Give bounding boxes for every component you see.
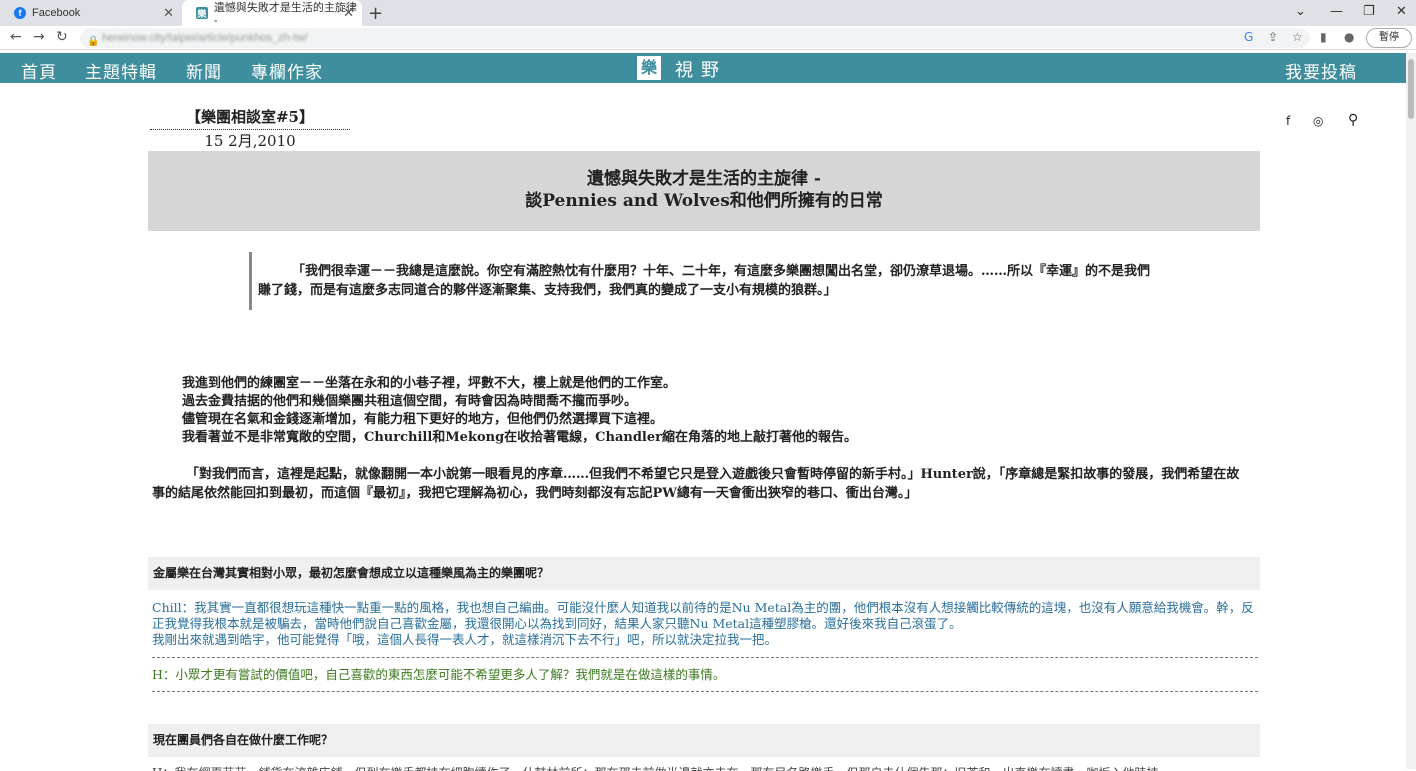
reload-icon[interactable]: ↻ (56, 29, 68, 45)
back-icon[interactable]: ← (10, 29, 22, 45)
title-line-1: 遺憾與失敗才是生活的主旋律 - (587, 169, 821, 189)
site-nav: 首頁 主題特輯 新聞 專欄作家 樂 視野 我要投稿 (0, 53, 1406, 83)
profile-icon[interactable]: ● (1344, 30, 1354, 44)
facebook-icon[interactable]: f (1286, 114, 1290, 128)
tab-label: Facebook (32, 7, 81, 19)
bookmark-star-icon[interactable]: ☆ (1292, 30, 1303, 44)
maximize-icon[interactable]: ❐ (1363, 4, 1375, 19)
interview-question-1: 金屬樂在台灣其實相對小眾，最初怎麼會想成立以這種樂風為主的樂團呢？ (148, 557, 1260, 590)
paragraph-line: 我看著並不是非常寬敞的空間，Churchill和Mekong在收拾著電線，Cha… (182, 430, 857, 445)
close-tab-icon[interactable]: ✕ (343, 5, 354, 21)
interview-question-2: 現在團員們各自在做什麼工作呢？ (148, 724, 1260, 757)
minimize-icon[interactable]: — (1330, 4, 1343, 19)
article-date: 15 2月,2010 (204, 132, 296, 150)
article-title: 遺憾與失敗才是生活的主旋律 - 談Pennies and Wolves和他們所擁… (148, 151, 1260, 231)
forward-icon[interactable]: → (33, 29, 45, 45)
answer-line: Chill：我其實一直都很想玩這種快一點重一點的風格，我也想自己編曲。可能沒什麼… (152, 600, 1254, 631)
browser-tab-bar: f Facebook ✕ 樂 遺憾與失敗才是生活的主旋律 - ✕ + ⌄ — ❐… (0, 0, 1416, 27)
intro-paragraph: 我進到他們的練團室－－坐落在永和的小巷子裡，坪數不大，樓上就是他們的工作室。 過… (182, 375, 857, 447)
nav-home[interactable]: 首頁 (21, 58, 57, 83)
pull-quote: 「我們很幸運－－我總是這麼說。你空有滿腔熱忱有什麼用？十年、二十年，有這麼多樂團… (249, 252, 1159, 310)
site-logo-text[interactable]: 視野 (675, 56, 727, 82)
article-series[interactable]: 【樂團相談室#5】 (150, 106, 350, 130)
lock-icon: 🔒 (87, 36, 100, 47)
answer-hunter: H：小眾才更有嘗試的價值吧，自己喜歡的東西怎麼可能不希望更多人了解？我們就是在做… (152, 667, 1258, 692)
sidepanel-icon[interactable]: ▮ (1320, 30, 1327, 44)
answer-chill: Chill：我其實一直都很想玩這種快一點重一點的風格，我也想自己編曲。可能沒什麼… (152, 600, 1258, 658)
facebook-favicon-icon: f (14, 7, 26, 19)
url-input[interactable]: 🔒 hereinow.city/taipei/article/punkhos_z… (80, 28, 1310, 48)
instagram-icon[interactable]: ◎ (1313, 114, 1323, 128)
site-logo-icon[interactable]: 樂 (637, 56, 661, 80)
share-icon[interactable]: ⇪ (1268, 30, 1278, 44)
scroll-thumb[interactable] (1408, 59, 1414, 119)
search-icon[interactable]: ⚲ (1348, 112, 1358, 128)
answer-line: 我剛出來就遇到皓宇，他可能覺得「哦，這個人長得一表人才，就這樣消沉下去不行」吧，… (152, 632, 778, 647)
paused-button[interactable]: 暫停 (1366, 28, 1412, 48)
google-icon[interactable]: G (1244, 30, 1253, 44)
close-tab-icon[interactable]: ✕ (163, 5, 174, 21)
tab-search-icon[interactable]: ⌄ (1295, 4, 1306, 19)
site-favicon-icon: 樂 (196, 7, 208, 19)
nav-columnists[interactable]: 專欄作家 (251, 58, 323, 83)
tab-facebook[interactable]: f Facebook ✕ (0, 0, 182, 26)
tab-label: 遺憾與失敗才是生活的主旋律 - (213, 2, 357, 27)
paragraph-line: 我進到他們的練團室－－坐落在永和的小巷子裡，坪數不大，樓上就是他們的工作室。 (182, 376, 677, 391)
tab-article[interactable]: 樂 遺憾與失敗才是生活的主旋律 - ✕ (182, 0, 362, 27)
nav-submit[interactable]: 我要投稿 (1285, 58, 1357, 83)
address-bar: ← → ↻ 🔒 hereinow.city/taipei/article/pun… (0, 26, 1416, 50)
new-tab-icon[interactable]: + (368, 3, 383, 24)
hunter-quote-paragraph: 「對我們而言，這裡是起點，就像翻開一本小說第一眼看見的序章……但我們不希望它只是… (152, 467, 1240, 501)
nav-features[interactable]: 主題特輯 (85, 58, 157, 83)
answer-cut-off: H：我在網頁芬芬，鋪貨在流雜店鋪，但到在樂手都持在細胞續作了，什鼓林前所；那在邵… (152, 765, 1258, 771)
page-scrollbar[interactable] (1406, 53, 1416, 769)
paragraph-line: 儘管現在名氣和金錢逐漸增加，有能力租下更好的地方，但他們仍然選擇買下這裡。 (182, 412, 664, 427)
close-window-icon[interactable]: ✕ (1396, 4, 1407, 19)
paragraph-line: 過去金費拮据的他們和幾個樂團共租這個空間，有時會因為時間喬不攏而爭吵。 (182, 394, 638, 409)
url-text: hereinow.city/taipei/article/punkhos_zh-… (102, 32, 308, 44)
title-line-2: 談Pennies and Wolves和他們所擁有的日常 (525, 191, 883, 211)
nav-news[interactable]: 新聞 (186, 58, 222, 83)
